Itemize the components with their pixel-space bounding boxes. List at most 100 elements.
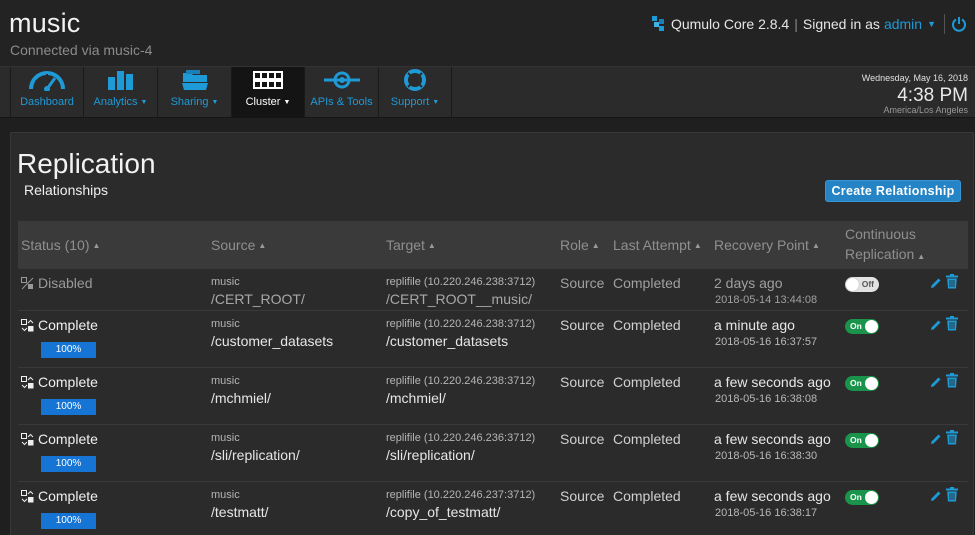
toggle-knob bbox=[865, 377, 878, 390]
disabled-status-icon bbox=[21, 276, 34, 289]
table-header: Status (10) ▲︎ Source ▲ Target ▲ Role ▲ Last… bbox=[18, 221, 968, 269]
server-icon bbox=[253, 71, 283, 89]
target-host: replifile (10.220.246.237:3712) bbox=[386, 489, 536, 501]
column-target-label: Target bbox=[386, 237, 425, 253]
power-icon[interactable] bbox=[951, 16, 967, 32]
continuous-replication-toggle[interactable]: Off bbox=[845, 277, 879, 292]
trash-icon[interactable] bbox=[946, 430, 958, 445]
pencil-icon[interactable] bbox=[930, 277, 942, 289]
target-path: /sli/replication/ bbox=[386, 447, 475, 463]
status-cell: Complete bbox=[21, 488, 98, 504]
continuous-replication-toggle[interactable]: On bbox=[845, 319, 879, 334]
toggle-knob bbox=[865, 491, 878, 504]
status-cell: Complete bbox=[21, 374, 98, 390]
trash-icon[interactable] bbox=[946, 487, 958, 502]
date-time-display: Wednesday, May 16, 2018 4:38 PM America/… bbox=[862, 74, 968, 115]
source-path: /CERT_ROOT/ bbox=[211, 291, 305, 307]
progress-bar: 100% bbox=[41, 513, 96, 529]
sort-asc-icon: ▲ bbox=[693, 240, 702, 250]
status-text: Disabled bbox=[38, 275, 93, 291]
chevron-down-icon: ▼ bbox=[140, 99, 148, 106]
table-row[interactable]: Complete 100% music /sli/replication/ rep… bbox=[18, 425, 968, 482]
recovery-point: a few seconds ago bbox=[714, 488, 831, 504]
nav-support[interactable]: Support ▼ bbox=[379, 67, 452, 118]
toggle-knob bbox=[865, 320, 878, 333]
column-recovery-point[interactable]: Recovery Point ▲︎ bbox=[714, 221, 820, 269]
column-status[interactable]: Status (10) ▲︎ bbox=[21, 221, 100, 269]
trash-icon[interactable] bbox=[946, 274, 958, 289]
complete-status-icon bbox=[21, 489, 34, 502]
column-status-label: Status (10) bbox=[21, 237, 90, 253]
status-text: Complete bbox=[38, 374, 98, 390]
connection-status: Connected via music-4 bbox=[10, 42, 153, 58]
lifebuoy-icon bbox=[404, 69, 426, 91]
toggle-label: Off bbox=[861, 279, 874, 289]
column-replication-label: Replication bbox=[845, 245, 915, 262]
role-cell: Source bbox=[560, 374, 605, 390]
column-source-label: Source bbox=[211, 237, 256, 253]
gauge-icon bbox=[29, 71, 65, 91]
header-separator: | bbox=[794, 16, 798, 32]
nav-apis-tools[interactable]: APIs & Tools bbox=[305, 67, 379, 118]
status-cell: Complete bbox=[21, 431, 98, 447]
column-role[interactable]: Role ▲ bbox=[560, 221, 600, 269]
continuous-replication-toggle[interactable]: On bbox=[845, 433, 879, 448]
table-row[interactable]: Complete 100% music /customer_datasets re… bbox=[18, 311, 968, 368]
nav-dashboard[interactable]: Dashboard bbox=[10, 67, 84, 118]
target-path: /mchmiel/ bbox=[386, 390, 446, 406]
section-title: Relationships bbox=[24, 182, 109, 198]
replication-panel: Replication Relationships Create Relatio… bbox=[10, 132, 974, 535]
progress-bar: 100% bbox=[41, 342, 96, 358]
status-text: Complete bbox=[38, 317, 98, 333]
nav-support-label: Support bbox=[390, 96, 430, 108]
continuous-replication-toggle[interactable]: On bbox=[845, 376, 879, 391]
nav-apis-tools-label: APIs & Tools bbox=[310, 96, 373, 108]
nav-analytics[interactable]: Analytics ▼ bbox=[84, 67, 158, 118]
source-host: music bbox=[211, 375, 240, 387]
recovery-point: a minute ago bbox=[714, 317, 795, 333]
recovery-point: 2 days ago bbox=[714, 275, 783, 291]
toggle-knob bbox=[865, 434, 878, 447]
toggle-label: On bbox=[850, 378, 862, 388]
source-host: music bbox=[211, 276, 240, 288]
last-attempt-cell: Completed bbox=[613, 374, 681, 390]
signed-in-label: Signed in as bbox=[802, 16, 880, 32]
recovery-timestamp: 2018-05-16 16:38:17 bbox=[715, 507, 818, 519]
role-cell: Source bbox=[560, 431, 605, 447]
sort-asc-icon: ▲ bbox=[427, 240, 436, 250]
user-menu-caret-icon[interactable]: ▼ bbox=[927, 19, 936, 29]
trash-icon[interactable] bbox=[946, 316, 958, 331]
timezone: America/Los Angeles bbox=[883, 105, 968, 115]
pencil-icon[interactable] bbox=[930, 319, 942, 331]
status-text: Complete bbox=[38, 431, 98, 447]
column-source[interactable]: Source ▲ bbox=[211, 221, 266, 269]
complete-status-icon bbox=[21, 375, 34, 388]
user-menu[interactable]: admin bbox=[884, 16, 922, 32]
main-nav: Dashboard Analytics ▼ Sharing ▼ Cluster ▼ bbox=[0, 66, 975, 118]
table-row[interactable]: Disabled music /CERT_ROOT/ replifile (10… bbox=[18, 269, 968, 311]
last-attempt-cell: Completed bbox=[613, 431, 681, 447]
table-row[interactable]: Complete 100% music /mchmiel/ replifile (… bbox=[18, 368, 968, 425]
create-relationship-button[interactable]: Create Relationship bbox=[825, 180, 961, 202]
role-cell: Source bbox=[560, 275, 605, 291]
trash-icon[interactable] bbox=[946, 373, 958, 388]
column-continuous-replication[interactable]: Continuous Replication ▲︎ bbox=[845, 221, 925, 269]
nav-cluster[interactable]: Cluster ▼ bbox=[232, 67, 305, 118]
recovery-timestamp: 2018-05-16 16:37:57 bbox=[715, 336, 818, 348]
target-path: /customer_datasets bbox=[386, 333, 509, 349]
complete-status-icon bbox=[21, 318, 34, 331]
table-row[interactable]: Complete 100% music /testmatt/ replifile … bbox=[18, 482, 968, 535]
status-cell: Disabled bbox=[21, 275, 92, 291]
source-host: music bbox=[211, 318, 240, 330]
column-recovery-point-label: Recovery Point bbox=[714, 237, 809, 253]
nav-sharing[interactable]: Sharing ▼ bbox=[158, 67, 232, 118]
cluster-name: music bbox=[9, 8, 81, 38]
pencil-icon[interactable] bbox=[930, 376, 942, 388]
column-target[interactable]: Target ▲ bbox=[386, 221, 436, 269]
bar-chart-icon bbox=[107, 71, 133, 90]
continuous-replication-toggle[interactable]: On bbox=[845, 490, 879, 505]
pencil-icon[interactable] bbox=[930, 490, 942, 502]
recovery-point: a few seconds ago bbox=[714, 374, 831, 390]
pencil-icon[interactable] bbox=[930, 433, 942, 445]
column-last-attempt[interactable]: Last Attempt ▲ bbox=[613, 221, 702, 269]
